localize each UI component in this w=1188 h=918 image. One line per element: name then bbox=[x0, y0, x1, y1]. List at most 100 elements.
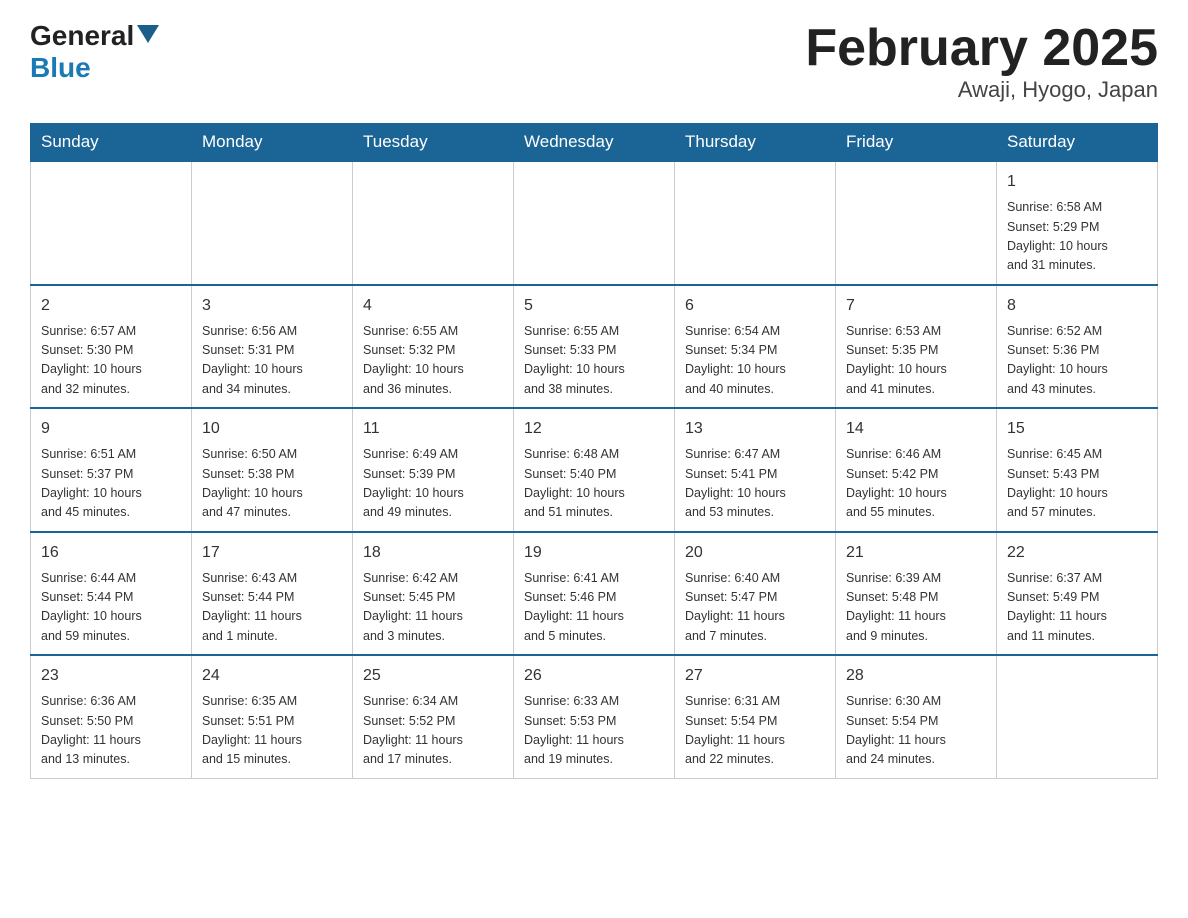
day-number: 12 bbox=[524, 417, 664, 441]
calendar-week-row: 2 Sunrise: 6:57 AM Sunset: 5:30 PM Daylig… bbox=[31, 285, 1158, 409]
calendar-day-cell: 6 Sunrise: 6:54 AM Sunset: 5:34 PM Daylig… bbox=[675, 285, 836, 409]
calendar-day-cell: 15 Sunrise: 6:45 AM Sunset: 5:43 PM Dayli… bbox=[997, 408, 1158, 532]
day-info: Sunrise: 6:55 AM Sunset: 5:32 PM Dayligh… bbox=[363, 322, 503, 400]
logo-general-text: General bbox=[30, 20, 134, 52]
calendar-day-cell: 8 Sunrise: 6:52 AM Sunset: 5:36 PM Daylig… bbox=[997, 285, 1158, 409]
day-number: 10 bbox=[202, 417, 342, 441]
logo-blue-text: Blue bbox=[30, 52, 91, 84]
day-of-week-header: Tuesday bbox=[353, 124, 514, 162]
calendar-day-cell: 12 Sunrise: 6:48 AM Sunset: 5:40 PM Dayli… bbox=[514, 408, 675, 532]
day-info: Sunrise: 6:34 AM Sunset: 5:52 PM Dayligh… bbox=[363, 692, 503, 770]
day-of-week-header: Wednesday bbox=[514, 124, 675, 162]
calendar-week-row: 23 Sunrise: 6:36 AM Sunset: 5:50 PM Dayli… bbox=[31, 655, 1158, 778]
day-number: 9 bbox=[41, 417, 181, 441]
calendar-day-cell: 4 Sunrise: 6:55 AM Sunset: 5:32 PM Daylig… bbox=[353, 285, 514, 409]
calendar-day-cell: 14Sunrise: 6:46 AM Sunset: 5:42 PM Dayli… bbox=[836, 408, 997, 532]
calendar-day-cell bbox=[31, 161, 192, 285]
day-number: 15 bbox=[1007, 417, 1147, 441]
day-number: 18 bbox=[363, 541, 503, 565]
day-number: 11 bbox=[363, 417, 503, 441]
day-info: Sunrise: 6:51 AM Sunset: 5:37 PM Dayligh… bbox=[41, 445, 181, 523]
day-info: Sunrise: 6:43 AM Sunset: 5:44 PM Dayligh… bbox=[202, 569, 342, 647]
day-number: 3 bbox=[202, 294, 342, 318]
days-header-row: SundayMondayTuesdayWednesdayThursdayFrid… bbox=[31, 124, 1158, 162]
day-number: 21 bbox=[846, 541, 986, 565]
day-info: Sunrise: 6:41 AM Sunset: 5:46 PM Dayligh… bbox=[524, 569, 664, 647]
logo: General Blue bbox=[30, 20, 159, 84]
day-info: Sunrise: 6:57 AM Sunset: 5:30 PM Dayligh… bbox=[41, 322, 181, 400]
day-number: 6 bbox=[685, 294, 825, 318]
calendar-day-cell: 27Sunrise: 6:31 AM Sunset: 5:54 PM Dayli… bbox=[675, 655, 836, 778]
day-of-week-header: Monday bbox=[192, 124, 353, 162]
day-number: 20 bbox=[685, 541, 825, 565]
day-number: 26 bbox=[524, 664, 664, 688]
day-number: 4 bbox=[363, 294, 503, 318]
day-info: Sunrise: 6:52 AM Sunset: 5:36 PM Dayligh… bbox=[1007, 322, 1147, 400]
day-number: 7 bbox=[846, 294, 986, 318]
day-info: Sunrise: 6:35 AM Sunset: 5:51 PM Dayligh… bbox=[202, 692, 342, 770]
calendar-day-cell: 17 Sunrise: 6:43 AM Sunset: 5:44 PM Dayli… bbox=[192, 532, 353, 656]
day-info: Sunrise: 6:39 AM Sunset: 5:48 PM Dayligh… bbox=[846, 569, 986, 647]
calendar-day-cell: 18Sunrise: 6:42 AM Sunset: 5:45 PM Dayli… bbox=[353, 532, 514, 656]
day-of-week-header: Sunday bbox=[31, 124, 192, 162]
day-info: Sunrise: 6:50 AM Sunset: 5:38 PM Dayligh… bbox=[202, 445, 342, 523]
day-number: 1 bbox=[1007, 170, 1147, 194]
calendar-day-cell bbox=[997, 655, 1158, 778]
day-number: 13 bbox=[685, 417, 825, 441]
calendar-week-row: 9 Sunrise: 6:51 AM Sunset: 5:37 PM Daylig… bbox=[31, 408, 1158, 532]
calendar-day-cell: 28 Sunrise: 6:30 AM Sunset: 5:54 PM Dayli… bbox=[836, 655, 997, 778]
day-info: Sunrise: 6:48 AM Sunset: 5:40 PM Dayligh… bbox=[524, 445, 664, 523]
day-number: 23 bbox=[41, 664, 181, 688]
day-number: 14 bbox=[846, 417, 986, 441]
day-info: Sunrise: 6:36 AM Sunset: 5:50 PM Dayligh… bbox=[41, 692, 181, 770]
calendar-day-cell: 21 Sunrise: 6:39 AM Sunset: 5:48 PM Dayli… bbox=[836, 532, 997, 656]
day-number: 25 bbox=[363, 664, 503, 688]
calendar-day-cell: 9 Sunrise: 6:51 AM Sunset: 5:37 PM Daylig… bbox=[31, 408, 192, 532]
day-info: Sunrise: 6:44 AM Sunset: 5:44 PM Dayligh… bbox=[41, 569, 181, 647]
day-of-week-header: Thursday bbox=[675, 124, 836, 162]
day-info: Sunrise: 6:45 AM Sunset: 5:43 PM Dayligh… bbox=[1007, 445, 1147, 523]
day-info: Sunrise: 6:37 AM Sunset: 5:49 PM Dayligh… bbox=[1007, 569, 1147, 647]
calendar-week-row: 1 Sunrise: 6:58 AM Sunset: 5:29 PM Daylig… bbox=[31, 161, 1158, 285]
calendar-day-cell: 19 Sunrise: 6:41 AM Sunset: 5:46 PM Dayli… bbox=[514, 532, 675, 656]
day-info: Sunrise: 6:53 AM Sunset: 5:35 PM Dayligh… bbox=[846, 322, 986, 400]
title-section: February 2025 Awaji, Hyogo, Japan bbox=[805, 20, 1158, 103]
day-info: Sunrise: 6:49 AM Sunset: 5:39 PM Dayligh… bbox=[363, 445, 503, 523]
day-number: 28 bbox=[846, 664, 986, 688]
day-info: Sunrise: 6:47 AM Sunset: 5:41 PM Dayligh… bbox=[685, 445, 825, 523]
calendar-day-cell: 11 Sunrise: 6:49 AM Sunset: 5:39 PM Dayli… bbox=[353, 408, 514, 532]
calendar-day-cell bbox=[514, 161, 675, 285]
calendar-day-cell: 13 Sunrise: 6:47 AM Sunset: 5:41 PM Dayli… bbox=[675, 408, 836, 532]
day-info: Sunrise: 6:30 AM Sunset: 5:54 PM Dayligh… bbox=[846, 692, 986, 770]
calendar-day-cell bbox=[836, 161, 997, 285]
calendar-day-cell bbox=[353, 161, 514, 285]
day-of-week-header: Saturday bbox=[997, 124, 1158, 162]
day-number: 24 bbox=[202, 664, 342, 688]
month-title: February 2025 bbox=[805, 20, 1158, 77]
calendar-table: SundayMondayTuesdayWednesdayThursdayFrid… bbox=[30, 123, 1158, 779]
day-number: 8 bbox=[1007, 294, 1147, 318]
calendar-day-cell: 1 Sunrise: 6:58 AM Sunset: 5:29 PM Daylig… bbox=[997, 161, 1158, 285]
day-info: Sunrise: 6:56 AM Sunset: 5:31 PM Dayligh… bbox=[202, 322, 342, 400]
calendar-day-cell bbox=[675, 161, 836, 285]
day-number: 19 bbox=[524, 541, 664, 565]
calendar-day-cell: 5Sunrise: 6:55 AM Sunset: 5:33 PM Daylig… bbox=[514, 285, 675, 409]
day-of-week-header: Friday bbox=[836, 124, 997, 162]
day-info: Sunrise: 6:54 AM Sunset: 5:34 PM Dayligh… bbox=[685, 322, 825, 400]
day-number: 27 bbox=[685, 664, 825, 688]
calendar-day-cell: 24 Sunrise: 6:35 AM Sunset: 5:51 PM Dayli… bbox=[192, 655, 353, 778]
day-number: 2 bbox=[41, 294, 181, 318]
calendar-week-row: 16Sunrise: 6:44 AM Sunset: 5:44 PM Dayli… bbox=[31, 532, 1158, 656]
calendar-header: SundayMondayTuesdayWednesdayThursdayFrid… bbox=[31, 124, 1158, 162]
page-header: General Blue February 2025 Awaji, Hyogo,… bbox=[30, 20, 1158, 103]
day-info: Sunrise: 6:58 AM Sunset: 5:29 PM Dayligh… bbox=[1007, 198, 1147, 276]
calendar-day-cell: 7 Sunrise: 6:53 AM Sunset: 5:35 PM Daylig… bbox=[836, 285, 997, 409]
calendar-day-cell: 23 Sunrise: 6:36 AM Sunset: 5:50 PM Dayli… bbox=[31, 655, 192, 778]
calendar-day-cell: 16Sunrise: 6:44 AM Sunset: 5:44 PM Dayli… bbox=[31, 532, 192, 656]
day-info: Sunrise: 6:55 AM Sunset: 5:33 PM Dayligh… bbox=[524, 322, 664, 400]
calendar-day-cell: 10 Sunrise: 6:50 AM Sunset: 5:38 PM Dayli… bbox=[192, 408, 353, 532]
location-text: Awaji, Hyogo, Japan bbox=[805, 77, 1158, 103]
day-number: 22 bbox=[1007, 541, 1147, 565]
day-number: 17 bbox=[202, 541, 342, 565]
calendar-day-cell: 26Sunrise: 6:33 AM Sunset: 5:53 PM Dayli… bbox=[514, 655, 675, 778]
